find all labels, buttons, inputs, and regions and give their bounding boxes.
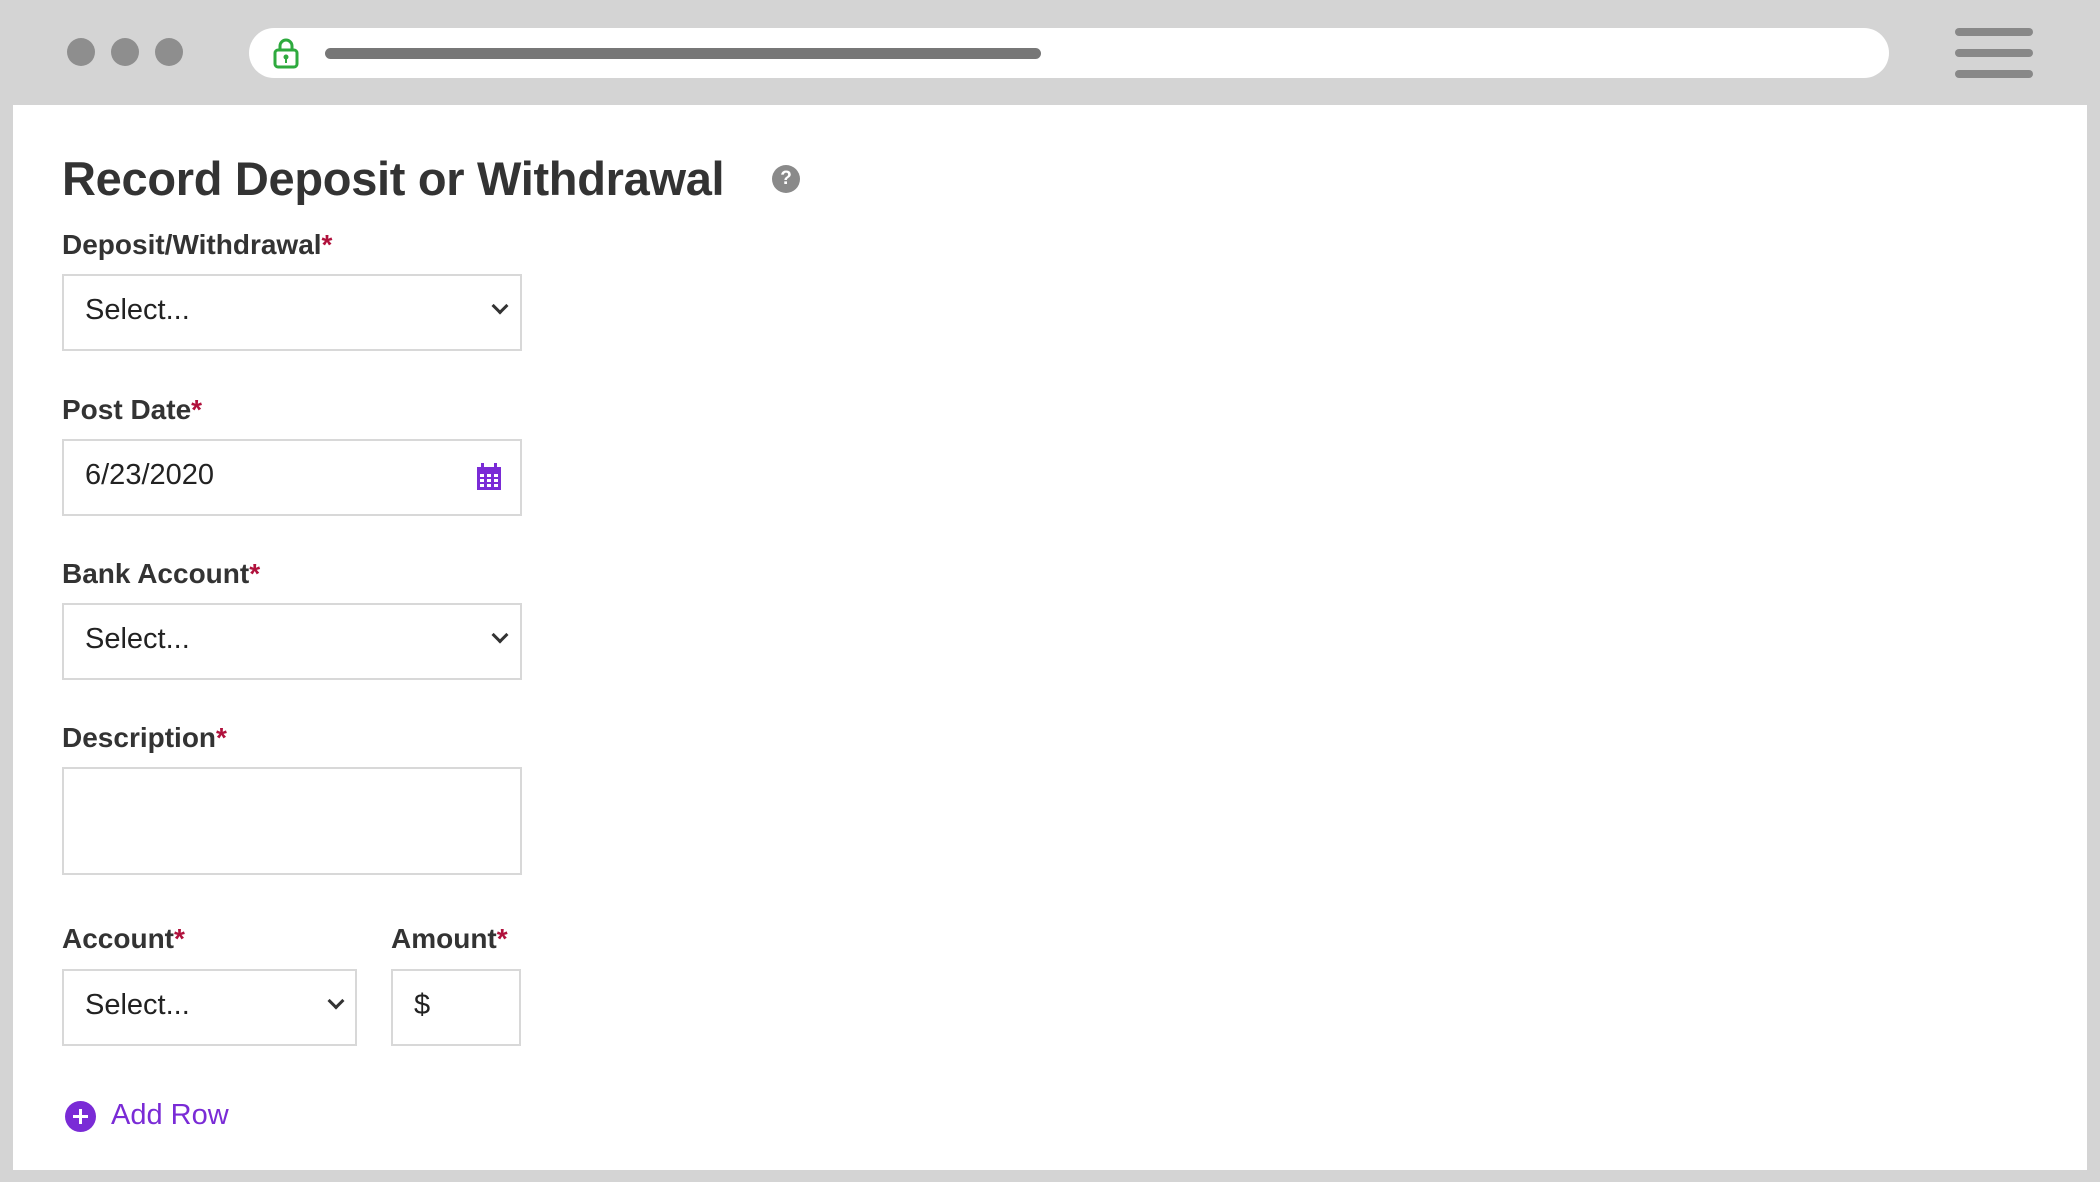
bank-account-select[interactable]: Select... bbox=[62, 603, 522, 680]
amount-label: Amount* bbox=[391, 923, 508, 954]
url-placeholder-bar bbox=[325, 48, 1041, 59]
account-select[interactable]: Select... bbox=[62, 969, 357, 1046]
page-title: Record Deposit or Withdrawal bbox=[62, 152, 725, 205]
account-label: Account* bbox=[62, 923, 185, 954]
post-date-input[interactable]: 6/23/2020 bbox=[62, 439, 522, 516]
deposit-withdrawal-select[interactable]: Select... bbox=[62, 274, 522, 351]
description-textarea[interactable] bbox=[62, 767, 522, 875]
deposit-withdrawal-value: Select... bbox=[85, 294, 190, 326]
browser-chrome bbox=[0, 0, 2100, 105]
plus-circle-icon bbox=[65, 1101, 96, 1132]
add-row-label: Add Row bbox=[111, 1099, 229, 1131]
bank-account-value: Select... bbox=[85, 623, 190, 655]
post-date-value: 6/23/2020 bbox=[85, 459, 215, 491]
amount-input[interactable]: $ bbox=[391, 969, 521, 1046]
calendar-icon[interactable] bbox=[476, 463, 502, 491]
lock-icon bbox=[273, 38, 299, 69]
required-asterisk: * bbox=[216, 722, 227, 753]
required-asterisk: * bbox=[496, 923, 508, 954]
close-window-dot[interactable] bbox=[67, 38, 95, 66]
chevron-down-icon bbox=[491, 297, 509, 315]
deposit-withdrawal-label: Deposit/Withdrawal* bbox=[62, 229, 333, 260]
maximize-window-dot[interactable] bbox=[155, 38, 183, 66]
account-value: Select... bbox=[85, 989, 190, 1021]
chevron-down-icon bbox=[327, 992, 345, 1010]
description-label: Description* bbox=[62, 722, 227, 753]
minimize-window-dot[interactable] bbox=[111, 38, 139, 66]
bank-account-label: Bank Account* bbox=[62, 558, 261, 589]
required-asterisk: * bbox=[191, 394, 203, 425]
page-content: Record Deposit or Withdrawal ? Deposit/W… bbox=[13, 105, 2087, 1170]
post-date-label: Post Date* bbox=[62, 394, 203, 425]
help-icon[interactable]: ? bbox=[772, 165, 800, 193]
currency-prefix: $ bbox=[414, 989, 431, 1021]
required-asterisk: * bbox=[174, 923, 185, 954]
address-bar[interactable] bbox=[249, 28, 1889, 78]
hamburger-menu-icon[interactable] bbox=[1955, 28, 2033, 78]
required-asterisk: * bbox=[321, 229, 333, 260]
required-asterisk: * bbox=[249, 558, 261, 589]
chevron-down-icon bbox=[491, 626, 509, 644]
